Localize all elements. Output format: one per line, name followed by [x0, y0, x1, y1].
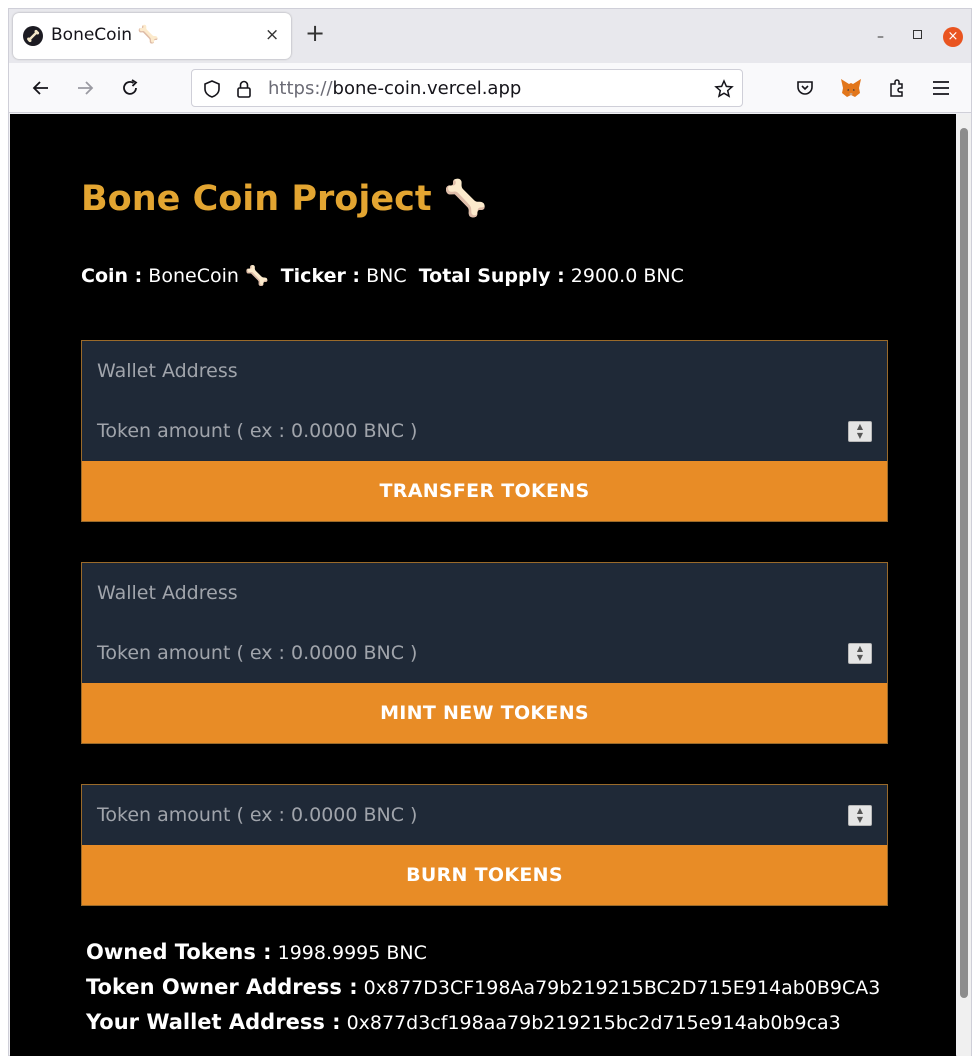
page-scrollbar[interactable] — [957, 114, 971, 1056]
mint-amount-stepper[interactable]: ▲ ▼ — [848, 643, 872, 664]
wallet-address-row: Your Wallet Address : 0x877d3cf198aa79b2… — [86, 1010, 880, 1045]
transfer-amount-input[interactable]: Token amount ( ex : 0.0000 BNC ) ▲ ▼ — [82, 401, 887, 461]
close-window-button[interactable]: × — [943, 27, 963, 47]
burn-tokens-button[interactable]: BURN TOKENS — [82, 845, 887, 905]
pocket-icon[interactable] — [793, 76, 817, 100]
transfer-tokens-button[interactable]: TRANSFER TOKENS — [82, 461, 887, 521]
mint-amount-input[interactable]: Token amount ( ex : 0.0000 BNC ) ▲ ▼ — [82, 623, 887, 683]
url-bar[interactable]: https://bone-coin.vercel.app — [191, 69, 743, 107]
mint-wallet-placeholder: Wallet Address — [97, 582, 238, 604]
transfer-amount-stepper[interactable]: ▲ ▼ — [848, 421, 872, 442]
owner-address-label: Token Owner Address : — [86, 975, 358, 999]
mint-form: Wallet Address Token amount ( ex : 0.000… — [81, 562, 888, 744]
burn-amount-input[interactable]: Token amount ( ex : 0.0000 BNC ) ▲ ▼ — [82, 785, 887, 845]
burn-amount-stepper[interactable]: ▲ ▼ — [848, 805, 872, 826]
mint-wallet-input[interactable]: Wallet Address — [82, 563, 887, 623]
wallet-address-value: 0x877d3cf198aa79b219215bc2d715e914ab0b9c… — [346, 1012, 841, 1034]
owned-tokens-label: Owned Tokens : — [86, 940, 272, 964]
transfer-amount-placeholder: Token amount ( ex : 0.0000 BNC ) — [97, 420, 418, 442]
page-viewport: Bone Coin Project 🦴 Coin : BoneCoin 🦴 Ti… — [10, 114, 956, 1056]
ticker-label: Ticker : — [280, 265, 361, 287]
url-text[interactable]: https://bone-coin.vercel.app — [268, 78, 521, 99]
burn-amount-placeholder: Token amount ( ex : 0.0000 BNC ) — [97, 804, 418, 826]
page-title: Bone Coin Project 🦴 — [81, 179, 488, 219]
menu-icon[interactable] — [929, 76, 953, 100]
bone-favicon-icon — [23, 26, 43, 46]
bookmark-star-icon[interactable] — [714, 79, 734, 99]
lock-icon[interactable] — [234, 79, 254, 99]
reload-icon[interactable] — [118, 76, 142, 100]
tab-bonecoin[interactable]: BoneCoin 🦴 × — [13, 13, 291, 59]
transfer-wallet-input[interactable]: Wallet Address — [82, 341, 887, 401]
owned-tokens-value: 1998.9995 BNC — [277, 942, 427, 964]
extensions-icon[interactable] — [885, 76, 909, 100]
tab-title: BoneCoin 🦴 — [51, 25, 159, 45]
supply-value: 2900.0 BNC — [570, 265, 684, 287]
mint-tokens-button[interactable]: MINT NEW TOKENS — [82, 683, 887, 743]
ticker-value: BNC — [366, 265, 407, 287]
mint-amount-placeholder: Token amount ( ex : 0.0000 BNC ) — [97, 642, 418, 664]
navigation-bar: https://bone-coin.vercel.app — [9, 63, 971, 113]
tab-close-icon[interactable]: × — [265, 25, 279, 45]
transfer-wallet-placeholder: Wallet Address — [97, 360, 238, 382]
shield-icon[interactable] — [202, 79, 222, 99]
new-tab-button[interactable]: + — [305, 21, 325, 45]
maximize-button[interactable] — [913, 30, 922, 39]
coin-value: BoneCoin 🦴 — [148, 265, 269, 287]
back-icon[interactable] — [29, 76, 53, 100]
scrollbar-thumb[interactable] — [960, 128, 968, 998]
minimize-button[interactable]: – — [877, 29, 884, 45]
coin-info: Coin : BoneCoin 🦴 Ticker : BNC Total Sup… — [81, 264, 684, 287]
owned-tokens-row: Owned Tokens : 1998.9995 BNC — [86, 940, 880, 975]
metamask-fox-icon[interactable] — [839, 76, 863, 100]
supply-label: Total Supply : — [418, 265, 565, 287]
owner-address-row: Token Owner Address : 0x877D3CF198Aa79b2… — [86, 975, 880, 1010]
transfer-form: Wallet Address Token amount ( ex : 0.000… — [81, 340, 888, 522]
browser-window: BoneCoin 🦴 × + – × https://bone-coin.ver… — [8, 8, 972, 1056]
forward-icon[interactable] — [73, 76, 97, 100]
burn-form: Token amount ( ex : 0.0000 BNC ) ▲ ▼ BURN… — [81, 784, 888, 906]
token-stats: Owned Tokens : 1998.9995 BNC Token Owner… — [86, 940, 880, 1045]
coin-label: Coin : — [81, 265, 143, 287]
tab-bar: BoneCoin 🦴 × + – × — [9, 9, 971, 63]
owner-address-value: 0x877D3CF198Aa79b219215BC2D715E914ab0B9C… — [363, 977, 881, 999]
wallet-address-label: Your Wallet Address : — [86, 1010, 341, 1034]
